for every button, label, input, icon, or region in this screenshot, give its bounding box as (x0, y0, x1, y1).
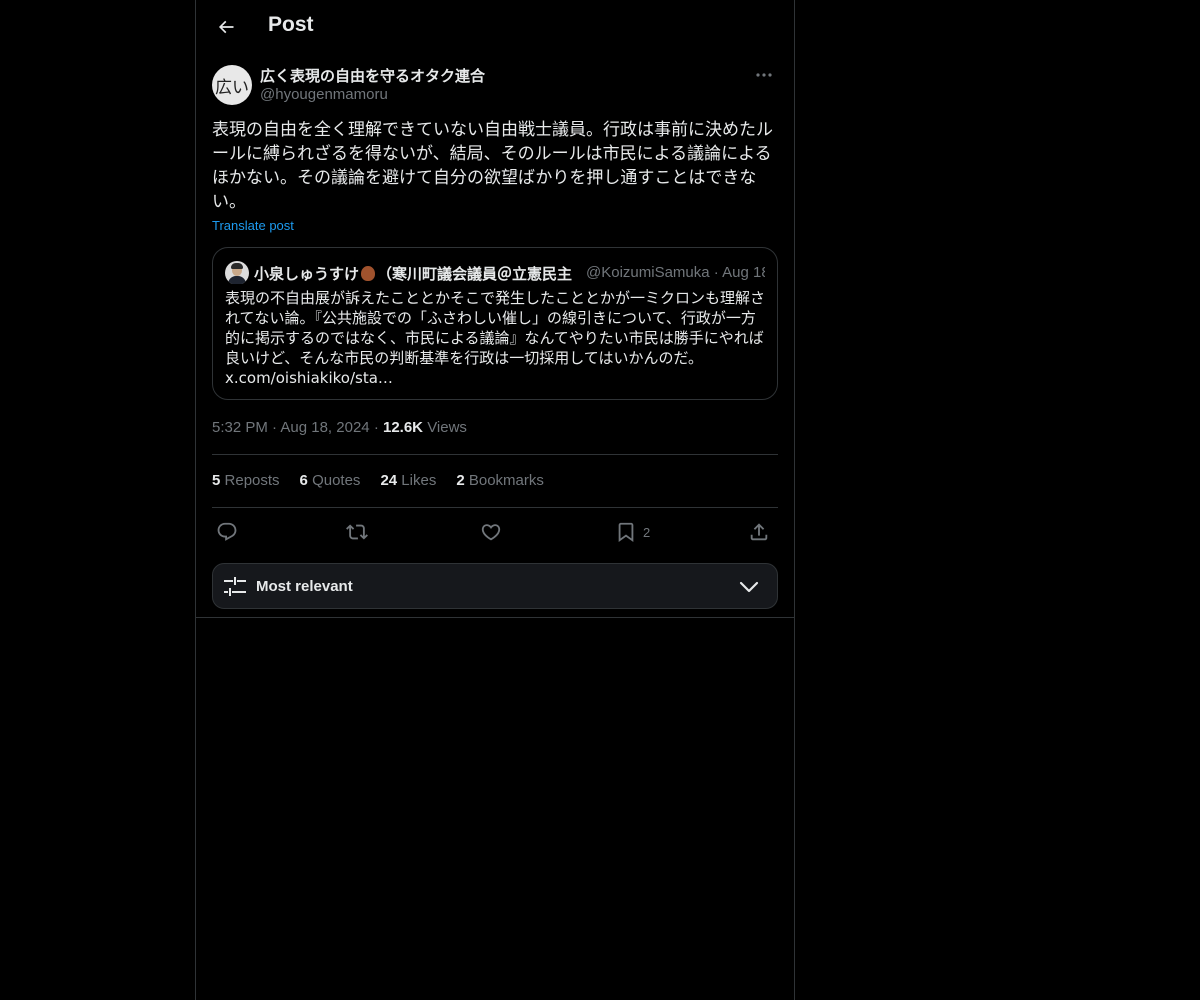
reply-button[interactable] (216, 518, 238, 546)
quoted-date: Aug 18 (722, 264, 765, 281)
likes-label: Likes (401, 472, 437, 489)
quotes-count: 6 (299, 472, 308, 489)
divider (212, 454, 778, 455)
quoted-post-header: 小泉しゅうすけ （寒川町議会議員＠立憲民主 @KoizumiSamuka · Au… (225, 260, 765, 284)
quoted-avatar (225, 261, 249, 284)
repost-icon (346, 524, 368, 540)
bookmarks-count: 2 (456, 472, 465, 489)
likes-count: 24 (380, 472, 398, 489)
divider (212, 507, 778, 508)
repost-button[interactable] (346, 518, 368, 546)
meta-separator: · (272, 419, 278, 436)
bookmark-count: 2 (643, 524, 651, 540)
quoted-meta: @KoizumiSamuka · Aug 18 (586, 264, 765, 281)
reply-icon (217, 522, 237, 541)
quoted-author-name: 小泉しゅうすけ （寒川町議会議員＠立憲民主 (254, 263, 572, 284)
like-button[interactable] (480, 518, 502, 546)
author-name[interactable]: 広く表現の自由を守るオタク連合 (260, 65, 485, 86)
quoted-author-name-part1: 小泉しゅうすけ (254, 265, 360, 283)
back-arrow-icon (218, 20, 234, 34)
more-icon (756, 73, 772, 77)
quotes-label: Quotes (312, 472, 361, 489)
post-date[interactable]: Aug 18, 2024 (280, 419, 369, 436)
quoted-separator: · (713, 264, 719, 281)
reposts-stat[interactable]: 5 Reposts (212, 472, 280, 489)
meta-separator: · (373, 419, 379, 436)
quoted-link[interactable]: x.com/oishiakiko/sta… (225, 369, 393, 387)
quotes-stat[interactable]: 6 Quotes (300, 472, 361, 489)
chevron-down-icon (739, 581, 759, 593)
back-button[interactable] (208, 9, 244, 45)
share-icon (750, 523, 768, 541)
bookmark-button[interactable]: 2 (615, 518, 650, 546)
post-time[interactable]: 5:32 PM (212, 419, 268, 436)
more-options-button[interactable] (750, 64, 778, 86)
reposts-label: Reposts (224, 472, 280, 489)
bookmark-icon (618, 522, 634, 543)
reply-sort-dropdown[interactable]: Most relevant (212, 563, 778, 609)
views-count: 12.6K (382, 419, 424, 436)
translate-post-link[interactable]: Translate post (212, 218, 294, 233)
action-bar: 2 (212, 518, 778, 546)
bookmarks-stat[interactable]: 2 Bookmarks (456, 472, 544, 489)
views-label: Views (427, 419, 467, 436)
share-button[interactable] (748, 518, 770, 546)
heart-icon (481, 524, 501, 541)
bookmarks-label: Bookmarks (468, 472, 544, 489)
post-stats: 5 Reposts 6 Quotes 24 Likes 2 Bookmarks (212, 472, 544, 489)
primary-column: Post 広い 広く表現の自由を守るオタク連合 @hyougenmamoru 表… (195, 0, 795, 1000)
header: Post (196, 0, 794, 54)
quoted-author-name-part2: （寒川町議会議員＠立憲民主 (377, 265, 573, 283)
quoted-author-handle: @KoizumiSamuka (586, 264, 710, 281)
sort-label: Most relevant (256, 578, 353, 595)
quoted-post[interactable]: 小泉しゅうすけ （寒川町議会議員＠立憲民主 @KoizumiSamuka · Au… (212, 247, 778, 400)
avatar[interactable]: 広い (212, 65, 252, 105)
likes-stat[interactable]: 24 Likes (380, 472, 436, 489)
quoted-post-text: 表現の不自由展が訴えたこととかそこで発生したこととかが一ミクロンも理解されてない… (225, 288, 765, 388)
chestnut-emoji-icon (361, 266, 376, 281)
post-author: 広い 広く表現の自由を守るオタク連合 @hyougenmamoru (212, 64, 778, 108)
sliders-icon (224, 577, 246, 596)
page-title: Post (268, 13, 314, 36)
post-timestamp: 5:32 PM · Aug 18, 2024 · 12.6K Views (212, 419, 467, 436)
reposts-count: 5 (212, 472, 221, 489)
author-handle[interactable]: @hyougenmamoru (260, 86, 388, 103)
post-text: 表現の自由を全く理解できていない自由戦士議員。行政は事前に決めたルールに縛られざ… (212, 120, 773, 212)
divider (196, 617, 794, 618)
quoted-text-body: 表現の不自由展が訴えたこととかそこで発生したこととかが一ミクロンも理解されてない… (225, 289, 766, 367)
